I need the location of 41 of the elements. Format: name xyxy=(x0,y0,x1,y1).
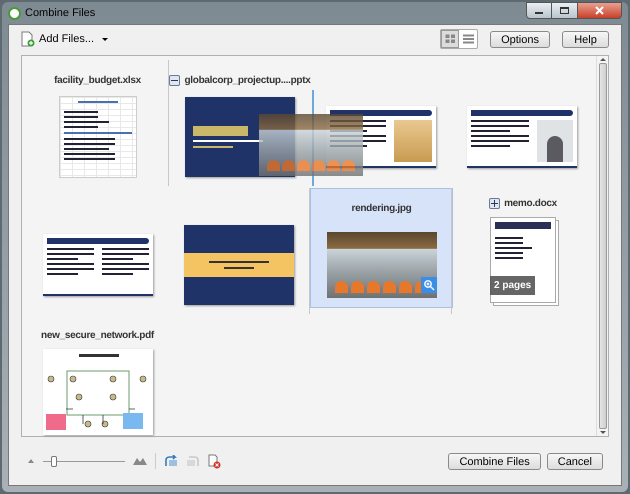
expand-icon[interactable] xyxy=(489,198,500,208)
file-tile[interactable]: new_secure_network.pdf xyxy=(26,316,169,436)
minimize-button[interactable] xyxy=(526,2,552,19)
dropdown-caret-icon xyxy=(102,38,108,40)
window-title: Combine Files xyxy=(25,6,96,21)
file-name: new_secure_network.pdf xyxy=(41,328,154,342)
slide-thumbnail[interactable] xyxy=(467,106,577,168)
close-button[interactable] xyxy=(578,2,622,19)
add-files-button[interactable]: Add Files... xyxy=(21,30,108,48)
maximize-button[interactable] xyxy=(552,2,578,19)
collapse-icon[interactable] xyxy=(169,74,180,86)
file-name: globalcorp_projectup....pptx xyxy=(184,74,311,88)
slide-thumbnail[interactable] xyxy=(42,234,152,296)
slide-thumbnail[interactable] xyxy=(184,225,294,305)
toolbar-button[interactable]: Options xyxy=(490,30,550,48)
file-tile[interactable]: facility_budget.xlsx xyxy=(26,60,169,180)
grid-view-icon xyxy=(444,34,456,44)
file-name: rendering.jpg xyxy=(352,202,412,216)
scrollbar[interactable] xyxy=(596,56,608,436)
file-tile[interactable]: rendering.jpg xyxy=(310,188,453,308)
file-name: facility_budget.xlsx xyxy=(54,74,141,88)
file-tile[interactable]: memo.docx 2 pages xyxy=(452,188,594,308)
add-files-label: Add Files... xyxy=(39,32,94,47)
grid-view-button[interactable] xyxy=(441,30,460,48)
app-icon xyxy=(8,6,21,20)
add-file-icon xyxy=(21,31,35,47)
toolbar-button[interactable]: Help xyxy=(562,30,609,48)
rotate-icon[interactable] xyxy=(164,455,178,467)
spreadsheet-thumbnail[interactable] xyxy=(58,96,136,178)
page-count-label: 2 pages xyxy=(490,276,536,295)
network-diagram-thumbnail[interactable] xyxy=(42,349,152,435)
delete-page-icon[interactable] xyxy=(208,454,221,468)
file-name: memo.docx xyxy=(504,196,557,210)
small-thumbnail-icon[interactable] xyxy=(27,458,35,464)
combine-files-button[interactable]: Combine Files xyxy=(448,452,541,470)
close-icon xyxy=(595,6,604,15)
cancel-button[interactable]: Cancel xyxy=(546,452,603,470)
large-thumbnail-icon[interactable] xyxy=(133,457,147,465)
zoom-in-icon[interactable] xyxy=(420,277,436,293)
list-view-icon xyxy=(462,34,474,44)
zoom-slider-thumb[interactable] xyxy=(50,456,57,466)
